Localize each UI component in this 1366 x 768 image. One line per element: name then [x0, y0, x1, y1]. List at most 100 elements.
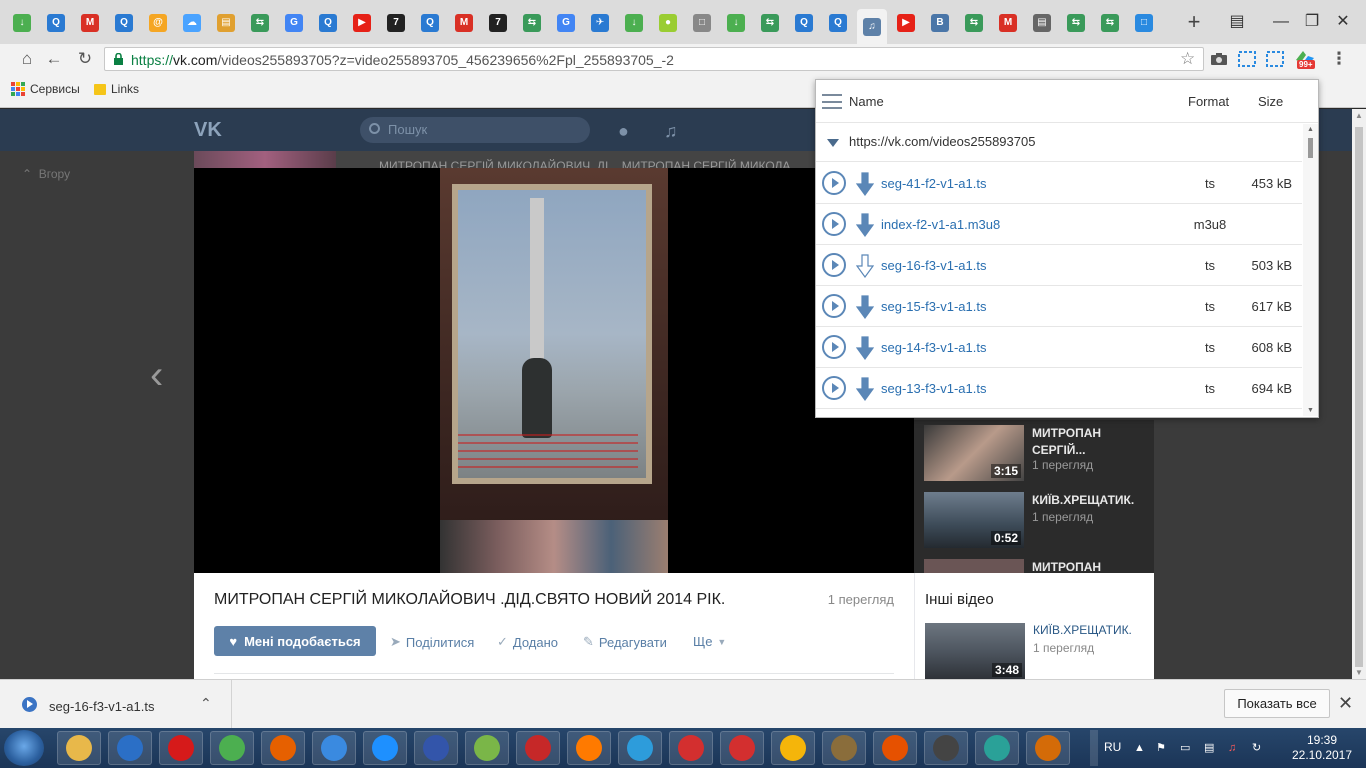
- tray-expand-icon[interactable]: ▲: [1134, 742, 1146, 754]
- video-player[interactable]: [194, 168, 914, 573]
- browser-tab[interactable]: ▶: [347, 9, 377, 37]
- taskbar-app-button[interactable]: [873, 731, 917, 765]
- browser-tab[interactable]: Q: [313, 9, 343, 37]
- file-row[interactable]: seg-15-f3-v1-a1.ts ts 617 kB: [816, 286, 1302, 327]
- scroll-thumb[interactable]: [1355, 127, 1363, 667]
- taskbar-app-button[interactable]: [822, 731, 866, 765]
- browser-tab[interactable]: ▤: [1027, 9, 1057, 37]
- file-row[interactable]: seg-14-f3-v1-a1.ts ts 608 kB: [816, 327, 1302, 368]
- file-row[interactable]: seg-16-f3-v1-a1.ts ts 503 kB: [816, 245, 1302, 286]
- browser-tab[interactable]: ☁: [177, 9, 207, 37]
- play-icon[interactable]: [822, 335, 846, 359]
- taskbar-app-button[interactable]: [516, 731, 560, 765]
- column-name-header[interactable]: Name: [849, 94, 884, 109]
- file-row[interactable]: seg-13-f3-v1-a1.ts ts 694 kB: [816, 368, 1302, 409]
- file-name[interactable]: seg-14-f3-v1-a1.ts: [881, 340, 987, 355]
- play-icon[interactable]: [822, 294, 846, 318]
- browser-tab[interactable]: Q: [109, 9, 139, 37]
- browser-tab[interactable]: ✈: [585, 9, 615, 37]
- browser-tab[interactable]: ↓: [619, 9, 649, 37]
- bookmark-star-icon[interactable]: ☆: [1180, 49, 1195, 69]
- download-arrow-icon[interactable]: [856, 213, 874, 237]
- column-size-header[interactable]: Size: [1258, 94, 1283, 109]
- browser-tab[interactable]: ⇆: [1061, 9, 1091, 37]
- playlist-item[interactable]: 3:15 МИТРОПАН СЕРГІЙ... 1 перегляд: [924, 425, 1144, 483]
- region-capture-icon[interactable]: [1265, 50, 1285, 68]
- restore-button[interactable]: ❐: [1297, 10, 1327, 34]
- browser-tab[interactable]: ▤: [211, 9, 241, 37]
- scroll-thumb[interactable]: [1308, 138, 1313, 158]
- taskbar-app-button[interactable]: [363, 731, 407, 765]
- taskbar-app-button[interactable]: [567, 731, 611, 765]
- close-window-button[interactable]: ✕: [1328, 10, 1358, 34]
- play-icon[interactable]: [822, 376, 846, 400]
- browser-tab[interactable]: M: [449, 9, 479, 37]
- tab-search-icon[interactable]: ▤: [1222, 10, 1252, 34]
- taskbar-app-button[interactable]: [414, 731, 458, 765]
- browser-tab[interactable]: ⇆: [245, 9, 275, 37]
- vk-logo-icon[interactable]: VK: [194, 119, 228, 141]
- source-group[interactable]: https://vk.com/videos255893705: [816, 124, 1302, 162]
- chrome-menu-icon[interactable]: ⋮: [1328, 48, 1350, 70]
- download-arrow-icon[interactable]: [856, 377, 874, 401]
- new-tab-button[interactable]: +: [1183, 11, 1205, 34]
- browser-tab[interactable]: ●: [653, 9, 683, 37]
- playlist-item[interactable]: 0:52 КИЇВ.ХРЕЩАТИК. 1 перегляд: [924, 492, 1144, 550]
- browser-tab[interactable]: ⇆: [517, 9, 547, 37]
- browser-tab[interactable]: 7: [381, 9, 411, 37]
- page-scrollbar[interactable]: ▲ ▼: [1352, 109, 1366, 679]
- browser-tab[interactable]: 7: [483, 9, 513, 37]
- browser-tab[interactable]: Q: [41, 9, 71, 37]
- download-arrow-icon[interactable]: [856, 172, 874, 196]
- browser-tab[interactable]: B: [925, 9, 955, 37]
- bookmark-apps[interactable]: Сервисы: [11, 82, 80, 96]
- browser-tab[interactable]: ⇆: [1095, 9, 1125, 37]
- download-arrow-icon[interactable]: [856, 295, 874, 319]
- browser-tab[interactable]: M: [75, 9, 105, 37]
- download-arrow-icon[interactable]: [856, 336, 874, 360]
- address-bar[interactable]: https://vk.com/videos255893705?z=video25…: [104, 47, 1204, 71]
- download-arrow-icon[interactable]: [856, 254, 874, 278]
- camera-icon[interactable]: [1209, 50, 1229, 68]
- volume-muted-icon[interactable]: ♫: [1228, 742, 1240, 754]
- file-name[interactable]: index-f2-v1-a1.m3u8: [881, 217, 1000, 232]
- back-icon[interactable]: ←: [43, 48, 65, 70]
- taskbar-app-button[interactable]: [771, 731, 815, 765]
- show-all-downloads-button[interactable]: Показать все: [1224, 689, 1330, 718]
- scroll-up-link[interactable]: ⌃ Вгору: [22, 167, 70, 181]
- taskbar-app-button[interactable]: [1026, 731, 1070, 765]
- menu-icon[interactable]: [822, 94, 842, 109]
- play-icon[interactable]: [822, 212, 846, 236]
- taskbar-app-button[interactable]: [57, 731, 101, 765]
- browser-tab[interactable]: ⇆: [959, 9, 989, 37]
- close-shelf-icon[interactable]: ✕: [1338, 693, 1353, 714]
- playlist-item[interactable]: МИТРОПАН: [924, 559, 1144, 573]
- music-icon[interactable]: ♫: [664, 121, 678, 142]
- file-name[interactable]: seg-15-f3-v1-a1.ts: [881, 299, 987, 314]
- scroll-up-icon[interactable]: ▲: [1355, 111, 1363, 120]
- active-tab[interactable]: ♫: [857, 9, 887, 44]
- vk-search-input[interactable]: Пошук: [360, 117, 590, 143]
- more-button[interactable]: Ще ▼: [693, 634, 726, 649]
- browser-tab[interactable]: Q: [823, 9, 853, 37]
- like-button[interactable]: ♥ Мені подобається: [214, 626, 376, 656]
- browser-tab[interactable]: Q: [415, 9, 445, 37]
- sync-icon[interactable]: ↻: [1252, 742, 1264, 754]
- popup-scrollbar[interactable]: ▲ ▼: [1303, 124, 1318, 416]
- added-button[interactable]: ✓ Додано: [497, 634, 558, 650]
- file-name[interactable]: seg-13-f3-v1-a1.ts: [881, 381, 987, 396]
- browser-tab[interactable]: □: [1129, 9, 1159, 37]
- start-button[interactable]: [4, 730, 44, 766]
- taskbar-app-button[interactable]: [669, 731, 713, 765]
- taskbar-app-button[interactable]: [312, 731, 356, 765]
- browser-tab[interactable]: ↓: [7, 9, 37, 37]
- bell-icon[interactable]: ●: [618, 121, 629, 142]
- play-icon[interactable]: [822, 253, 846, 277]
- prev-video-arrow-icon[interactable]: ‹: [150, 355, 163, 395]
- browser-tab[interactable]: □: [687, 9, 717, 37]
- browser-tab[interactable]: M: [993, 9, 1023, 37]
- strip-thumbnail[interactable]: [194, 151, 336, 168]
- language-indicator[interactable]: RU: [1104, 740, 1121, 754]
- share-button[interactable]: ➤ Поділитися: [390, 634, 474, 650]
- network-icon[interactable]: ▤: [1204, 742, 1216, 754]
